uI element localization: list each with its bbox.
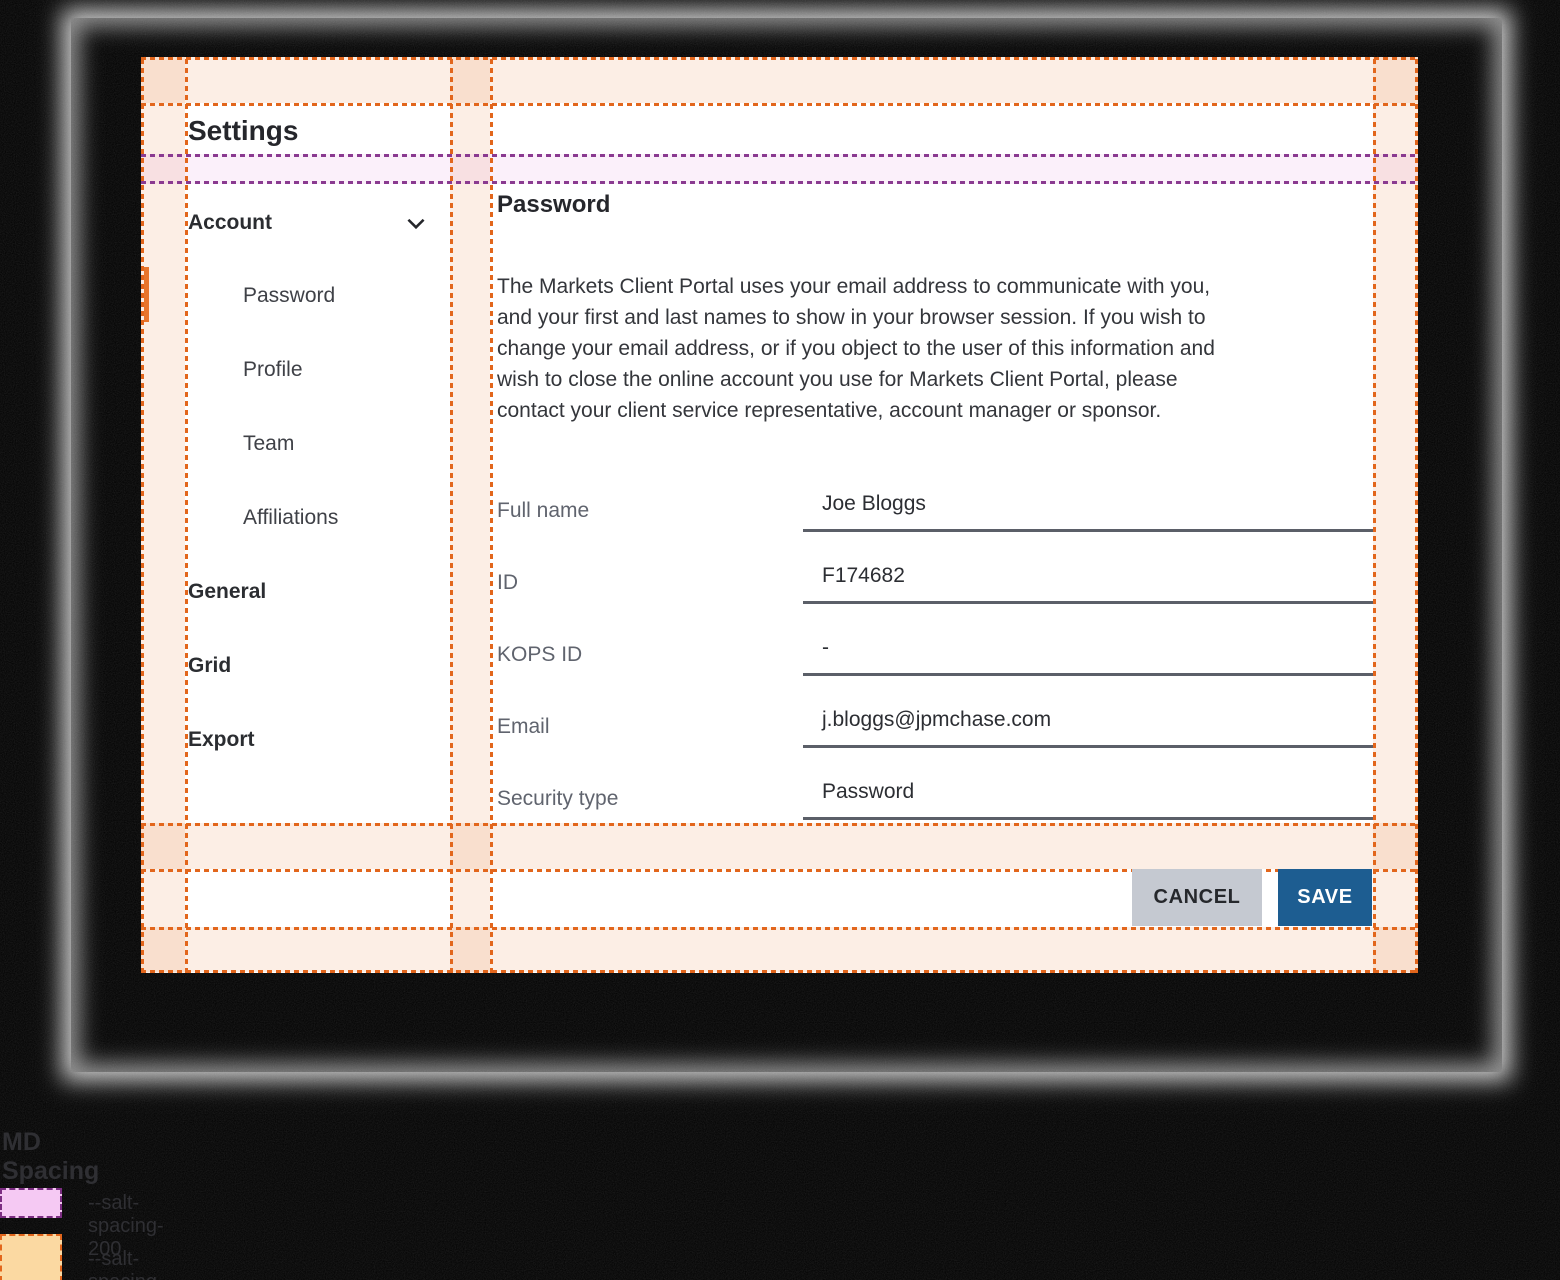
- guide-line-bottom-edge: [141, 970, 1418, 973]
- email-input[interactable]: j.bloggs@jpmchase.com: [803, 708, 1373, 748]
- spacing-guide-column-gutter: [450, 57, 490, 973]
- form-row: Security type Password: [497, 768, 1373, 820]
- guide-line: [141, 103, 1418, 106]
- kops-id-input[interactable]: -: [803, 636, 1373, 676]
- description-line: and your first and last names to show in…: [497, 302, 1377, 333]
- settings-dialog: Settings Account Password Profile Team A…: [141, 57, 1418, 973]
- page-canvas: Settings Account Password Profile Team A…: [0, 0, 1560, 1280]
- guide-line-right-edge: [1415, 57, 1418, 973]
- guide-line-spacing200: [141, 154, 1418, 157]
- nav-item-affiliations[interactable]: Affiliations: [243, 498, 338, 538]
- form-row: Full name Joe Bloggs: [497, 480, 1373, 532]
- nav-item-grid[interactable]: Grid: [188, 646, 231, 686]
- spacing-guide-row-title-gap: [141, 154, 1418, 184]
- spacing-guide-row-top: [141, 57, 1418, 103]
- spacing-300-swatch: [0, 1234, 62, 1280]
- description-line: contact your client service representati…: [497, 395, 1377, 426]
- security-type-label: Security type: [497, 787, 803, 820]
- id-input[interactable]: F174682: [803, 564, 1373, 604]
- full-name-label: Full name: [497, 499, 803, 532]
- spacing-200-swatch: [0, 1188, 62, 1218]
- full-name-input[interactable]: Joe Bloggs: [803, 492, 1373, 532]
- guide-line: [185, 57, 188, 973]
- guide-line-top-edge: [141, 57, 1418, 60]
- password-description: The Markets Client Portal uses your emai…: [497, 271, 1377, 426]
- form-row: Email j.bloggs@jpmchase.com: [497, 696, 1373, 748]
- nav-item-team[interactable]: Team: [243, 424, 294, 464]
- nav-item-general[interactable]: General: [188, 572, 266, 612]
- spacing-guide-row-above-buttons: [141, 823, 1418, 869]
- cancel-button[interactable]: CANCEL: [1132, 869, 1262, 926]
- description-line: wish to close the online account you use…: [497, 364, 1377, 395]
- kops-id-label: KOPS ID: [497, 643, 803, 676]
- email-label: Email: [497, 715, 803, 748]
- guide-line: [141, 823, 1418, 826]
- guide-line: [1373, 57, 1376, 973]
- guide-line: [490, 57, 493, 973]
- nav-item-profile[interactable]: Profile: [243, 350, 303, 390]
- spacing-guide-row-bottom: [141, 927, 1418, 972]
- guide-line-left-edge: [141, 57, 144, 973]
- guide-line: [450, 57, 453, 973]
- security-type-input[interactable]: Password: [803, 780, 1373, 820]
- chevron-down-icon: [403, 210, 429, 236]
- form-row: KOPS ID -: [497, 624, 1373, 676]
- guide-line-spacing200: [141, 181, 1418, 184]
- description-line: The Markets Client Portal uses your emai…: [497, 271, 1377, 302]
- save-button[interactable]: SAVE: [1278, 869, 1372, 926]
- dialog-title: Settings: [188, 111, 298, 151]
- id-label: ID: [497, 571, 803, 604]
- form-row: ID F174682: [497, 552, 1373, 604]
- nav-item-export[interactable]: Export: [188, 720, 255, 760]
- guide-line: [141, 927, 1418, 930]
- spacing-guide-column-right: [1373, 57, 1418, 973]
- description-line: change your email address, or if you obj…: [497, 333, 1377, 364]
- nav-item-account[interactable]: Account: [188, 203, 272, 243]
- page-title: Password: [497, 185, 610, 225]
- spacing-300-label: --salt-spacing-300: [88, 1248, 164, 1280]
- spacing-guide-column-left: [141, 57, 185, 973]
- nav-item-password[interactable]: Password: [243, 276, 335, 316]
- active-item-indicator: [144, 267, 149, 322]
